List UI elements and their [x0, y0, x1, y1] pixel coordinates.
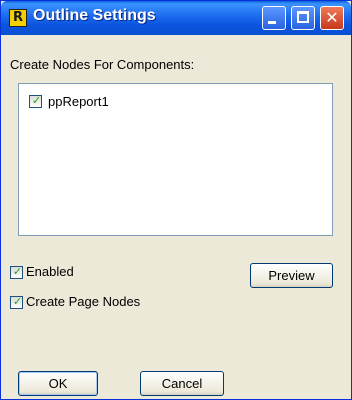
list-item[interactable]: ✓ ppReport1: [29, 94, 229, 110]
ok-button[interactable]: OK: [18, 371, 98, 396]
check-icon: ✓: [31, 94, 42, 107]
check-icon: ✓: [12, 265, 23, 278]
title-bar[interactable]: R Outline Settings ✕: [1, 1, 351, 35]
component-label: ppReport1: [48, 94, 109, 109]
outline-settings-dialog: R Outline Settings ✕ Create Nodes For Co…: [0, 0, 352, 400]
check-icon: ✓: [12, 295, 23, 308]
close-button[interactable]: ✕: [320, 6, 344, 30]
minimize-icon: [268, 21, 276, 24]
app-icon: R: [9, 9, 27, 27]
enabled-label[interactable]: Enabled: [26, 264, 74, 279]
minimize-button[interactable]: [262, 6, 286, 30]
window-title: Outline Settings: [33, 7, 156, 24]
create-page-nodes-checkbox[interactable]: ✓: [10, 295, 23, 309]
close-icon: ✕: [325, 8, 339, 27]
enabled-checkbox[interactable]: ✓: [10, 265, 23, 279]
maximize-button[interactable]: [291, 6, 315, 30]
preview-button[interactable]: Preview: [250, 263, 333, 288]
components-list[interactable]: ✓ ppReport1: [18, 83, 333, 236]
components-label: Create Nodes For Components:: [10, 57, 195, 72]
cancel-button[interactable]: Cancel: [140, 371, 224, 396]
component-checkbox[interactable]: ✓: [29, 94, 42, 108]
create-page-nodes-label[interactable]: Create Page Nodes: [26, 294, 140, 309]
maximize-icon: [297, 11, 309, 23]
